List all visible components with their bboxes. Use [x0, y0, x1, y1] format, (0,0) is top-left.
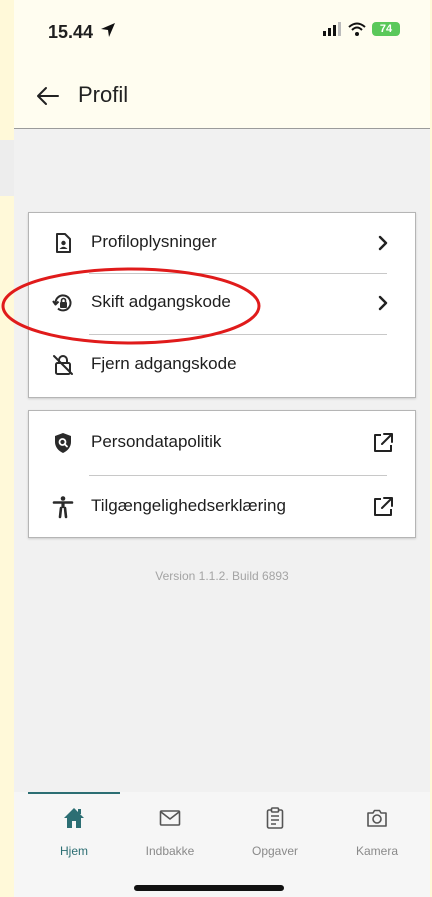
app-bar: Profil — [14, 68, 430, 129]
camera-icon — [367, 809, 387, 827]
external-link-icon — [374, 433, 393, 452]
frame-edge-gray — [0, 140, 14, 196]
menu-item-label: Fjern adgangskode — [91, 354, 237, 373]
menu-item-label: Skift adgangskode — [91, 292, 231, 311]
menu-item-skift-adgangskode[interactable]: Skift adgangskode — [29, 273, 415, 333]
home-icon — [64, 808, 84, 828]
menu-item-label: Tilgængelighedserklæring — [91, 496, 286, 515]
accessibility-icon — [52, 496, 74, 519]
chevron-right-icon — [378, 235, 388, 251]
menu-item-label: Profiloplysninger — [91, 232, 217, 251]
home-indicator[interactable] — [134, 885, 284, 891]
signal-icon — [323, 22, 341, 36]
bottom-navigation: Hjem Indbakke Opgaver Kamera — [14, 792, 430, 897]
nav-tab-hjem[interactable]: Hjem — [22, 792, 126, 862]
nav-label: Indbakke — [145, 844, 195, 858]
battery-indicator: 74 — [372, 22, 400, 36]
status-bar: 15.44 74 — [14, 0, 430, 60]
lock-remove-icon — [53, 355, 73, 375]
nav-label: Kamera — [355, 844, 399, 858]
phone-screen: 15.44 74 Profil Profiloplysninger Skift … — [1, 0, 430, 897]
legal-links-card: Persondatapolitik Tilgængelighedserklæri… — [28, 410, 416, 538]
shield-icon — [55, 433, 71, 453]
lock-rotate-icon — [52, 294, 72, 312]
divider — [89, 475, 387, 476]
page-title: Profil — [78, 82, 129, 107]
menu-item-label: Persondatapolitik — [91, 432, 222, 451]
mail-icon — [159, 810, 181, 826]
profile-settings-card: Profiloplysninger Skift adgangskode Fjer… — [28, 212, 416, 398]
external-link-icon — [374, 497, 393, 516]
nav-label: Opgaver — [251, 844, 299, 858]
chevron-right-icon — [378, 295, 388, 311]
clipboard-icon — [266, 807, 284, 829]
menu-item-persondatapolitik[interactable]: Persondatapolitik — [29, 413, 415, 473]
nav-tab-kamera[interactable]: Kamera — [325, 792, 429, 862]
version-text: Version 1.1.2. Build 6893 — [155, 569, 289, 583]
frame-edge-left — [0, 0, 14, 897]
menu-item-tilgaengelighedserklaering[interactable]: Tilgængelighedserklæring — [29, 477, 415, 537]
wifi-icon — [348, 22, 366, 36]
status-icons: 74 — [322, 22, 400, 36]
back-arrow-icon[interactable] — [34, 82, 62, 110]
nav-tab-indbakke[interactable]: Indbakke — [118, 792, 222, 862]
menu-item-profiloplysninger[interactable]: Profiloplysninger — [29, 213, 415, 273]
nav-tab-opgaver[interactable]: Opgaver — [223, 792, 327, 862]
location-arrow-icon — [101, 23, 115, 37]
menu-item-fjern-adgangskode[interactable]: Fjern adgangskode — [29, 335, 415, 395]
profile-document-icon — [56, 233, 71, 253]
nav-label: Hjem — [59, 844, 88, 858]
status-time: 15.44 — [48, 22, 94, 42]
